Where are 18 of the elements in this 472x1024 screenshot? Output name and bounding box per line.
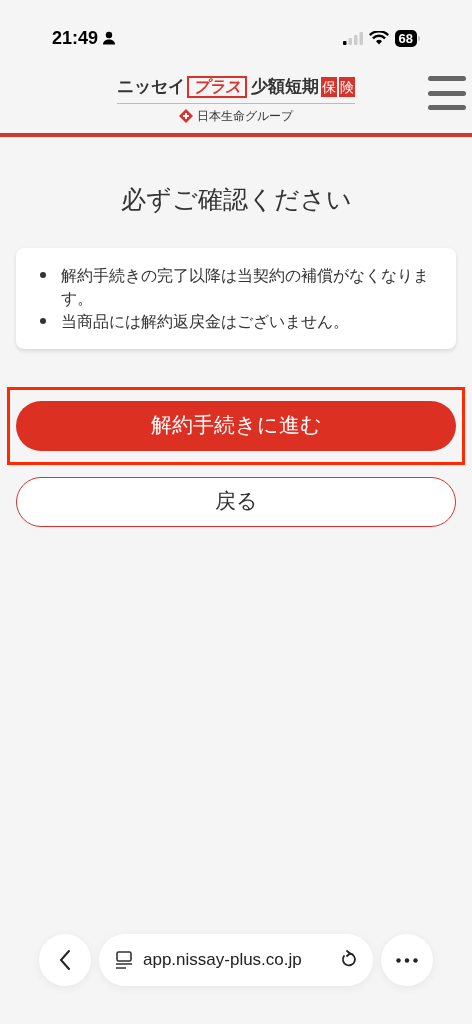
address-bar[interactable]: app.nissay-plus.co.jp	[99, 934, 373, 986]
wifi-icon	[368, 31, 389, 45]
status-time: 21:49	[52, 26, 99, 50]
page-title: 必ずご確認ください	[119, 183, 353, 216]
page-menu-icon	[115, 951, 133, 969]
brand-logo[interactable]: ニッセイ プラス 少額短期 保 険 日本生命グループ	[117, 74, 355, 125]
menu-button[interactable]	[428, 74, 466, 112]
proceed-button[interactable]: 解約手続きに進む	[16, 401, 456, 451]
person-icon	[102, 31, 117, 45]
url-text: app.nissay-plus.co.jp	[143, 949, 303, 972]
notice-text: 当商品には解約返戻金はございません。	[61, 311, 349, 333]
back-button[interactable]: 戻る	[16, 477, 456, 527]
battery-indicator: 68	[394, 29, 417, 47]
signal-icon	[342, 31, 363, 45]
chevron-left-icon	[59, 949, 71, 971]
more-icon	[396, 957, 418, 963]
back-nav-button[interactable]	[39, 934, 91, 986]
notice-text: 解約手続きの完了以降は当契約の補償がなくなります。	[61, 265, 430, 310]
